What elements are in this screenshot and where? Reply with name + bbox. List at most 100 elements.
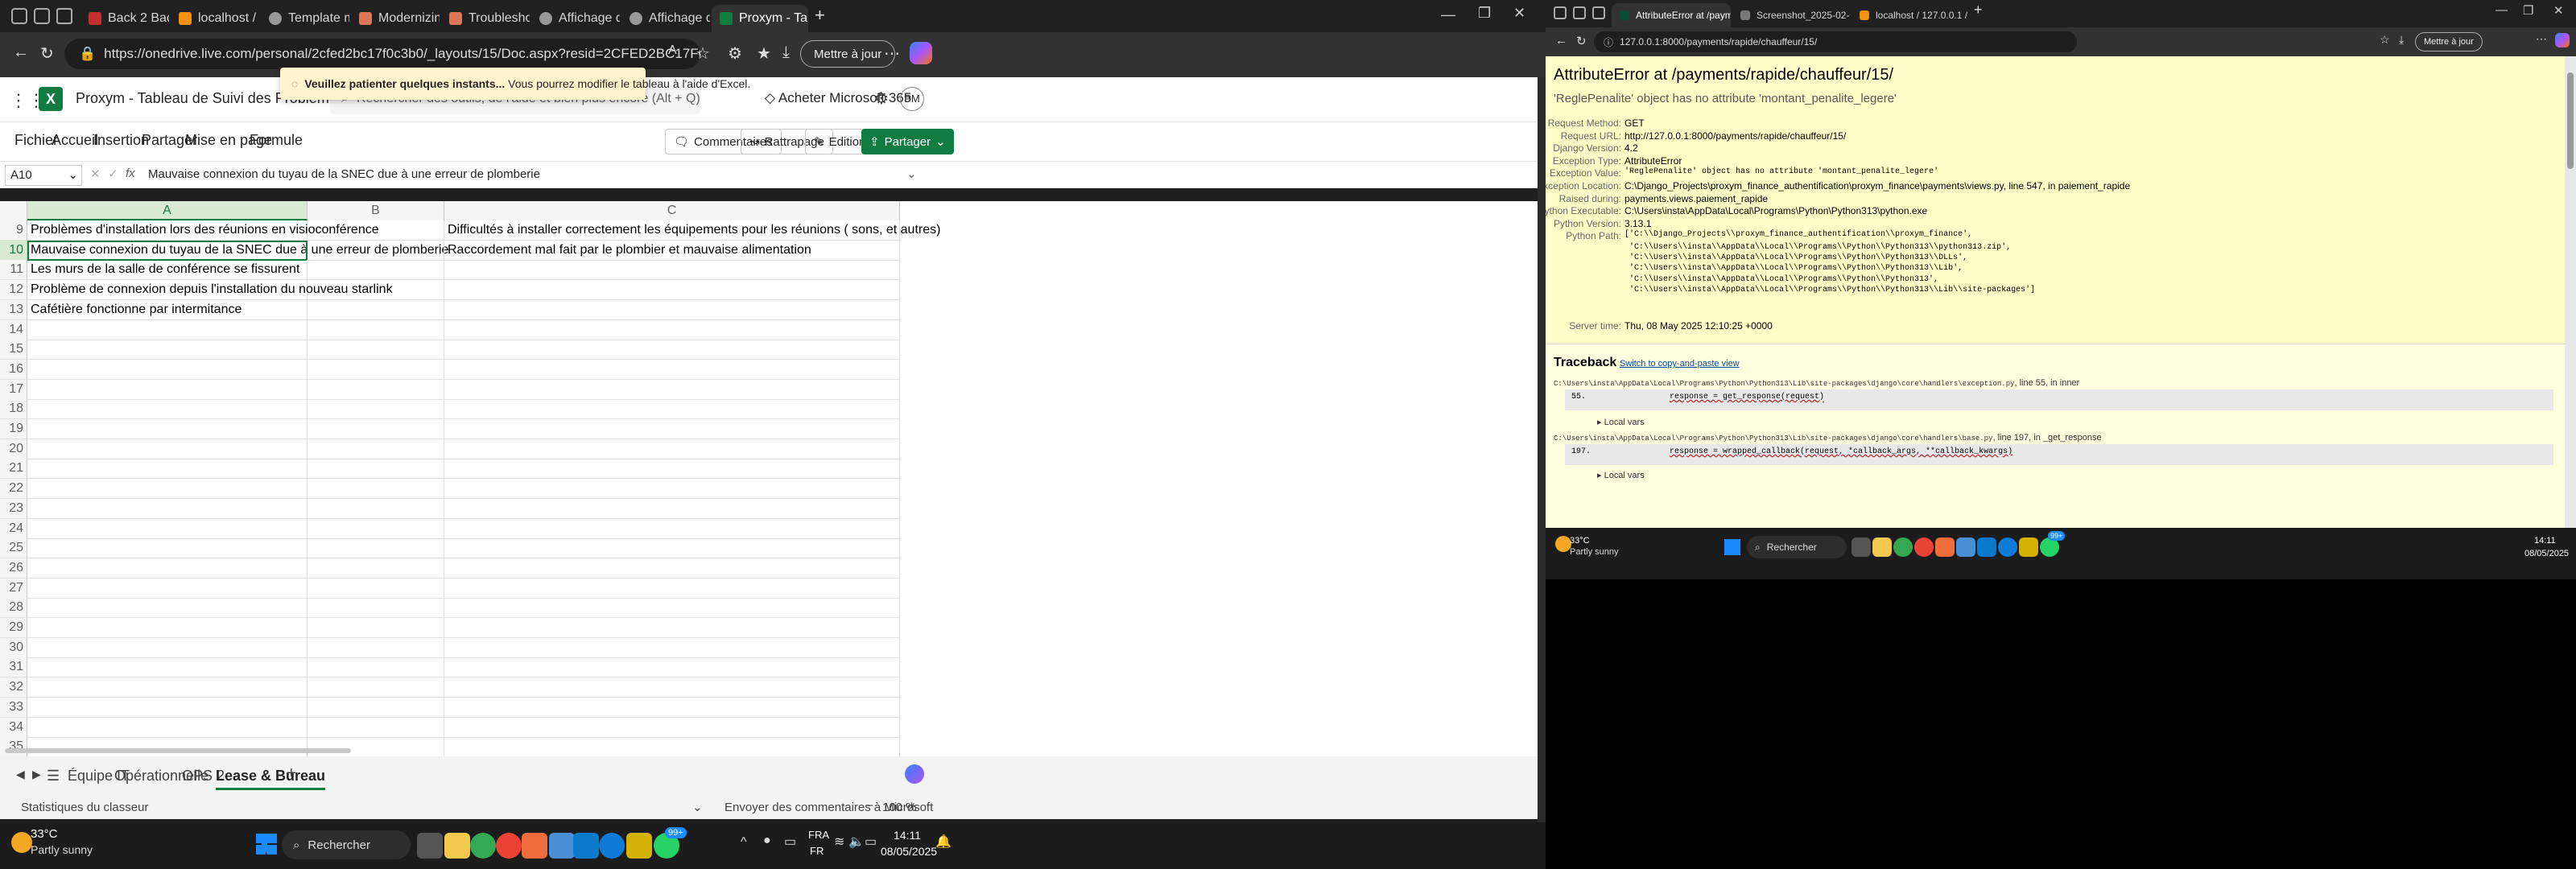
vscode-icon[interactable]: [1977, 537, 1996, 557]
app-icon[interactable]: [1956, 537, 1975, 557]
row-header[interactable]: 20: [0, 439, 27, 459]
xampp-icon[interactable]: [1935, 537, 1955, 557]
cell-c[interactable]: [444, 737, 900, 756]
name-box[interactable]: A10 ⌄: [5, 165, 82, 186]
cell-c[interactable]: [444, 618, 900, 638]
cell-b[interactable]: [308, 299, 444, 320]
row-header[interactable]: 11: [0, 260, 27, 281]
extensions-icon[interactable]: ⚙: [728, 43, 742, 64]
cell-b[interactable]: [308, 359, 444, 380]
cell-c[interactable]: [444, 558, 900, 579]
check-icon[interactable]: ✓: [108, 167, 118, 181]
browser-tab[interactable]: Template manqu: [261, 5, 349, 32]
switch-view-link[interactable]: Switch to copy-and-paste view: [1620, 359, 1740, 369]
cell-b[interactable]: [308, 280, 444, 301]
refresh-icon[interactable]: ↻: [40, 43, 54, 64]
browser-tab[interactable]: localhost / 127.0: [171, 5, 258, 32]
favorites-icon[interactable]: ★: [757, 43, 771, 64]
row-header[interactable]: 21: [0, 459, 27, 480]
row-header[interactable]: 31: [0, 657, 27, 678]
copilot-icon[interactable]: [910, 42, 932, 64]
cell-c[interactable]: [444, 498, 900, 519]
cancel-icon[interactable]: ✕: [90, 167, 101, 181]
download-icon[interactable]: ⤓: [782, 43, 790, 62]
browser-tab[interactable]: localhost / 127.0.0.1 / authbd / co: [1852, 3, 1969, 27]
cell-c[interactable]: [444, 359, 900, 380]
settings-gear-icon[interactable]: ⚙: [874, 89, 889, 109]
task-view-icon[interactable]: [1852, 537, 1871, 557]
row-header[interactable]: 15: [0, 340, 27, 360]
cell-a[interactable]: Problèmes d'installation lors des réunio…: [27, 220, 379, 241]
cell-b[interactable]: [308, 538, 444, 559]
frame2-code-line[interactable]: 197. response = wrapped_callback(request,…: [1565, 444, 2553, 465]
minimize-icon[interactable]: —: [1441, 6, 1455, 23]
new-tab-icon[interactable]: +: [1974, 2, 1983, 19]
update-button[interactable]: Mettre à jour: [800, 40, 896, 68]
window-close-icon[interactable]: ✕: [1513, 5, 1525, 22]
column-header-a[interactable]: A: [27, 201, 308, 220]
cell-c[interactable]: [444, 637, 900, 658]
row-header[interactable]: 13: [0, 299, 27, 320]
cell-a[interactable]: [27, 379, 308, 400]
cell-a[interactable]: [27, 479, 308, 500]
vscode-icon[interactable]: [573, 833, 599, 859]
cell-b[interactable]: [308, 558, 444, 579]
browser-tab[interactable]: Screenshot_2025-02-03_125030.p: [1732, 3, 1850, 27]
cell-b[interactable]: [308, 220, 444, 241]
column-header-b[interactable]: B: [308, 201, 444, 220]
cell-a[interactable]: [27, 637, 308, 658]
keyboard-layout[interactable]: FR: [810, 845, 824, 857]
row-header[interactable]: 30: [0, 637, 27, 658]
cell-c[interactable]: [444, 280, 900, 301]
avatar[interactable]: PM: [900, 87, 924, 111]
cell-c[interactable]: [444, 439, 900, 459]
profile-icon[interactable]: [11, 8, 27, 24]
cell-c[interactable]: Difficultés à installer correctement les…: [444, 220, 940, 241]
cell-c[interactable]: [444, 260, 900, 281]
read-aloud-icon[interactable]: A: [668, 43, 677, 58]
cell-c[interactable]: [444, 340, 900, 360]
task-view-icon[interactable]: [417, 833, 443, 859]
back-icon[interactable]: ←: [13, 43, 29, 62]
horizontal-scrollbar[interactable]: [5, 748, 351, 753]
cell-c[interactable]: [444, 459, 900, 480]
more-icon[interactable]: ⋯: [2536, 32, 2547, 46]
tray-camera-icon[interactable]: ▭: [784, 834, 796, 850]
back-icon[interactable]: ←: [1555, 34, 1567, 47]
tab-actions-icon[interactable]: [1592, 6, 1605, 19]
cell-c[interactable]: [444, 479, 900, 500]
row-header[interactable]: 16: [0, 359, 27, 380]
share-button[interactable]: ⇪ Partager ⌄: [861, 129, 954, 154]
cell-a[interactable]: [27, 498, 308, 519]
cell-a[interactable]: [27, 618, 308, 638]
fx-icon[interactable]: fx: [126, 167, 135, 180]
app-icon[interactable]: [549, 833, 575, 859]
weather-desc[interactable]: Partly sunny: [1570, 547, 1619, 557]
cell-a[interactable]: [27, 697, 308, 718]
battery-icon[interactable]: ▭: [865, 834, 877, 850]
cell-c[interactable]: [444, 598, 900, 619]
cell-c[interactable]: [444, 518, 900, 539]
cell-a[interactable]: [27, 359, 308, 380]
file-explorer-icon[interactable]: [1872, 537, 1892, 557]
url-field[interactable]: ⓘ 127.0.0.1:8000/payments/rapide/chauffeu…: [1594, 31, 2077, 52]
column-header-c[interactable]: C: [444, 201, 900, 220]
row-header[interactable]: 35: [0, 737, 27, 756]
cell-c[interactable]: [444, 419, 900, 439]
cell-b[interactable]: [308, 677, 444, 698]
row-header[interactable]: 18: [0, 399, 27, 420]
weather-temp[interactable]: 33°C: [1570, 536, 1590, 546]
cell-b[interactable]: [308, 717, 444, 738]
url-field[interactable]: 🔒 https://onedrive.live.com/personal/2cfe…: [64, 39, 700, 69]
menu-insertion[interactable]: Insertion: [93, 132, 149, 149]
cell-b[interactable]: [308, 240, 444, 261]
select-all-corner[interactable]: [0, 201, 27, 220]
row-header[interactable]: 24: [0, 518, 27, 539]
cell-a[interactable]: [27, 439, 308, 459]
local-vars-toggle[interactable]: ▸ Local vars: [1597, 470, 1645, 480]
wifi-icon[interactable]: ≋: [834, 834, 844, 850]
cell-a[interactable]: [27, 459, 308, 480]
cell-a[interactable]: Mauvaise connexion du tuyau de la SNEC d…: [27, 240, 448, 261]
all-sheets-icon[interactable]: ☰: [47, 768, 60, 785]
zoom-out-icon[interactable]: −: [866, 799, 873, 813]
